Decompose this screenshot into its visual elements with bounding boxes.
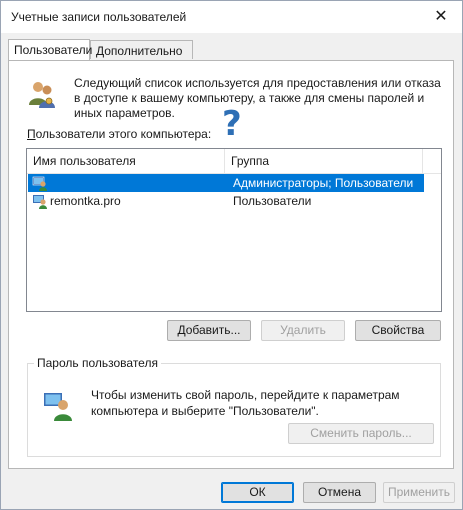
row-group: Администраторы; Пользователи [233, 176, 414, 190]
row-username: remontka.pro [50, 194, 121, 208]
description-text: Следующий список используется для предос… [74, 76, 441, 120]
tab-advanced[interactable]: Дополнительно [90, 40, 193, 59]
properties-button[interactable]: Свойства [355, 320, 441, 341]
users-list-label-accesskey: П [27, 127, 36, 141]
row-group: Пользователи [233, 194, 312, 208]
change-password-button[interactable]: Сменить пароль... [288, 423, 434, 444]
tab-users[interactable]: Пользователи [8, 39, 92, 60]
table-row[interactable]: Администраторы; Пользователи [28, 174, 424, 192]
password-instructions: Чтобы изменить свой пароль, перейдите к … [91, 388, 400, 418]
add-user-button[interactable]: Добавить... [167, 320, 251, 341]
users-icon [29, 82, 55, 108]
cancel-button[interactable]: Отмена [303, 482, 376, 503]
user-icon [32, 176, 47, 191]
users-list-label: Пользователи этого компьютера: [27, 127, 211, 141]
close-icon: ✕ [434, 8, 448, 25]
apply-button[interactable]: Применить [383, 482, 455, 503]
user-icon [33, 195, 47, 209]
password-group-title: Пароль пользователя [34, 356, 161, 370]
users-list-label-text: ользователи этого компьютера: [35, 127, 212, 141]
column-header-username[interactable]: Имя пользователя [27, 149, 225, 173]
ok-button[interactable]: ОК [221, 482, 294, 503]
password-groupbox: Пароль пользователя Чтобы изменить свой … [27, 356, 441, 457]
remove-user-button[interactable]: Удалить [261, 320, 345, 341]
users-listview[interactable]: Имя пользователя Группа Администраторы; … [26, 148, 442, 312]
close-button[interactable]: ✕ [426, 3, 456, 29]
question-mark-overlay: ? [222, 104, 242, 144]
users-tab-panel: Следующий список используется для предос… [8, 60, 454, 469]
column-header-group[interactable]: Группа [225, 149, 423, 173]
user-accounts-window: Учетные записи пользователей ✕ Пользоват… [0, 0, 463, 510]
listview-header: Имя пользователя Группа [27, 149, 441, 174]
user-password-icon [44, 393, 72, 421]
window-title: Учетные записи пользователей [11, 10, 187, 24]
title-bar: Учетные записи пользователей ✕ [1, 1, 462, 33]
table-row[interactable]: remontka.pro Пользователи [28, 192, 424, 210]
